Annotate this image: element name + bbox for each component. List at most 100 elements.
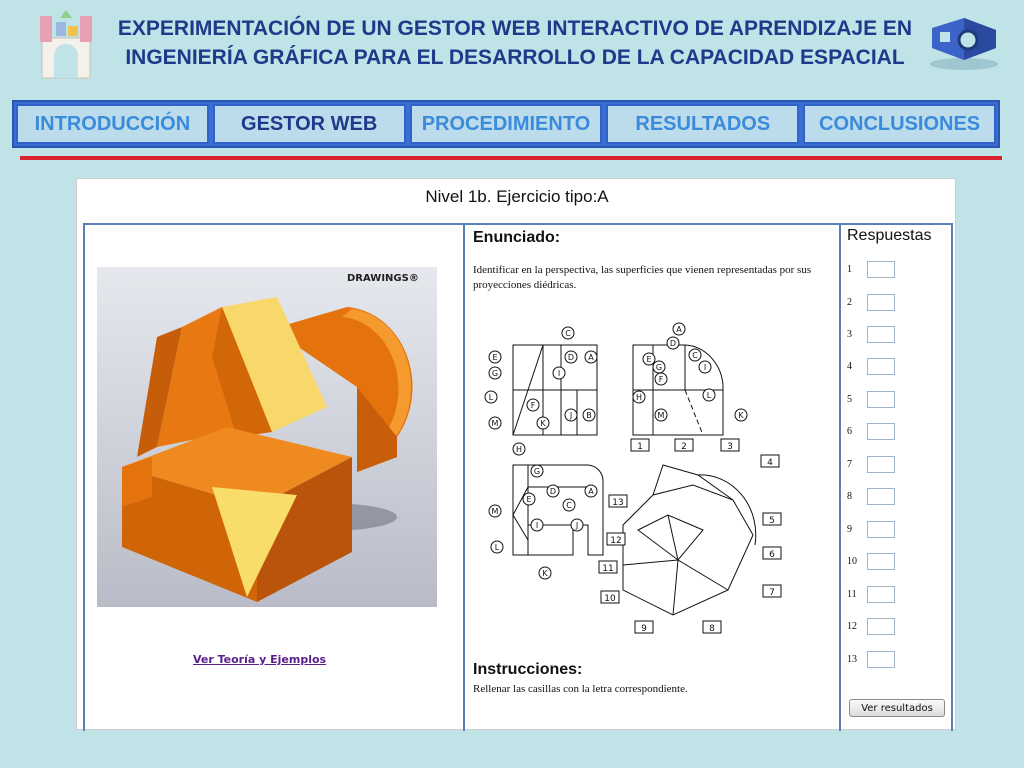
answer-row: 11	[847, 584, 895, 604]
answers-column: Respuestas 1 2 3 4 5 6 7 8 9 10 11 12 13…	[843, 225, 951, 731]
answer-row: 8	[847, 486, 895, 506]
answer-row: 6	[847, 421, 895, 441]
svg-text:D: D	[550, 487, 556, 496]
answer-input[interactable]	[867, 455, 895, 473]
svg-text:H: H	[636, 393, 642, 402]
model-column: DRAWINGS® Ver Teoría y Ejemplos	[85, 225, 465, 731]
svg-text:A: A	[676, 325, 682, 334]
svg-text:C: C	[566, 501, 572, 510]
answer-number: 8	[847, 490, 852, 502]
tab-gestor-web[interactable]: GESTOR WEB	[212, 104, 406, 144]
svg-text:8: 8	[709, 624, 715, 634]
answer-number: 5	[847, 393, 852, 405]
statement-column: Enunciado: Identificar en la perspectiva…	[467, 225, 841, 731]
svg-text:L: L	[495, 543, 500, 552]
answer-input[interactable]	[867, 325, 895, 343]
svg-text:E: E	[492, 353, 497, 362]
svg-text:I: I	[536, 521, 538, 530]
answer-number: 12	[847, 620, 857, 632]
answer-input[interactable]	[867, 585, 895, 603]
svg-text:H: H	[516, 445, 522, 454]
theory-link[interactable]: Ver Teoría y Ejemplos	[193, 653, 326, 666]
svg-text:F: F	[659, 375, 664, 384]
page-title: EXPERIMENTACIÓN DE UN GESTOR WEB INTERAC…	[117, 17, 913, 69]
answer-number: 6	[847, 425, 852, 437]
answer-row: 1	[847, 259, 895, 279]
instructions-text: Rellenar las casillas con la letra corre…	[473, 683, 688, 695]
answer-input[interactable]	[867, 520, 895, 538]
view-results-button[interactable]: Ver resultados	[849, 699, 945, 717]
svg-text:D: D	[670, 339, 676, 348]
svg-text:M: M	[492, 507, 499, 516]
answer-input[interactable]	[867, 552, 895, 570]
svg-text:13: 13	[612, 498, 623, 508]
exercise-title: Nivel 1b. Ejercicio tipo:A	[425, 187, 609, 206]
svg-text:11: 11	[602, 564, 613, 574]
svg-text:G: G	[656, 363, 662, 372]
svg-text:B: B	[586, 411, 592, 420]
svg-text:I: I	[704, 363, 706, 372]
answer-number: 11	[847, 588, 857, 600]
svg-text:10: 10	[604, 594, 616, 604]
answer-number: 7	[847, 458, 852, 470]
statement-text: Identificar en la perspectiva, las super…	[473, 264, 812, 291]
svg-text:A: A	[588, 353, 594, 362]
svg-text:J: J	[569, 411, 572, 420]
answer-row: 4	[847, 356, 895, 376]
svg-text:7: 7	[769, 588, 775, 598]
answer-row: 9	[847, 519, 895, 539]
answer-row: 10	[847, 551, 895, 571]
svg-text:12: 12	[610, 536, 621, 546]
answer-input[interactable]	[867, 487, 895, 505]
orthographic-views-drawing: CE D AG I LFM KJ B ADC EGF IH L MK HGE D AC M…	[484, 322, 782, 634]
svg-text:M: M	[658, 411, 665, 420]
svg-text:M: M	[492, 419, 499, 428]
answer-input[interactable]	[867, 260, 895, 278]
tab-resultados[interactable]: RESULTADOS	[606, 104, 800, 144]
answer-row: 2	[847, 292, 895, 312]
answer-number: 1	[847, 263, 852, 275]
svg-text:5: 5	[769, 516, 775, 526]
divider-line	[20, 156, 1002, 160]
answers-heading: Respuestas	[847, 227, 932, 244]
answer-row: 13	[847, 649, 895, 669]
svg-text:G: G	[492, 369, 498, 378]
tab-introduccion[interactable]: INTRODUCCIÓN	[16, 104, 209, 144]
tab-procedimiento[interactable]: PROCEDIMIENTO	[409, 104, 603, 144]
answer-row: 7	[847, 454, 895, 474]
answer-number: 4	[847, 360, 852, 372]
drawings-watermark: DRAWINGS®	[347, 273, 419, 284]
answer-input[interactable]	[867, 422, 895, 440]
answer-row: 5	[847, 389, 895, 409]
answer-row: 12	[847, 616, 895, 636]
svg-text:E: E	[526, 495, 531, 504]
answer-number: 9	[847, 523, 852, 535]
svg-text:D: D	[568, 353, 574, 362]
answer-number: 2	[847, 296, 852, 308]
exercise-panel: Nivel 1b. Ejercicio tipo:A DRAWINGS® Ver…	[76, 178, 956, 731]
3d-model-render: DRAWINGS®	[97, 267, 437, 607]
building-blocks-logo-icon	[40, 10, 92, 79]
svg-text:C: C	[692, 351, 698, 360]
tab-conclusiones[interactable]: CONCLUSIONES	[803, 104, 996, 144]
answer-number: 10	[847, 555, 857, 567]
svg-text:K: K	[738, 411, 744, 420]
svg-text:K: K	[542, 569, 548, 578]
answer-number: 13	[847, 653, 857, 665]
answer-number: 3	[847, 328, 852, 340]
answer-input[interactable]	[867, 390, 895, 408]
svg-text:L: L	[489, 393, 494, 402]
answer-input[interactable]	[867, 293, 895, 311]
answer-row: 3	[847, 324, 895, 344]
answer-input[interactable]	[867, 617, 895, 635]
main-nav: INTRODUCCIÓN GESTOR WEB PROCEDIMIENTO RE…	[12, 100, 1000, 148]
svg-text:K: K	[540, 419, 546, 428]
svg-text:G: G	[534, 467, 540, 476]
answer-input[interactable]	[867, 357, 895, 375]
svg-text:9: 9	[641, 624, 647, 634]
svg-text:L: L	[707, 391, 712, 400]
svg-text:6: 6	[769, 550, 775, 560]
svg-text:2: 2	[681, 442, 687, 452]
svg-text:C: C	[565, 329, 571, 338]
answer-input[interactable]	[867, 650, 895, 668]
